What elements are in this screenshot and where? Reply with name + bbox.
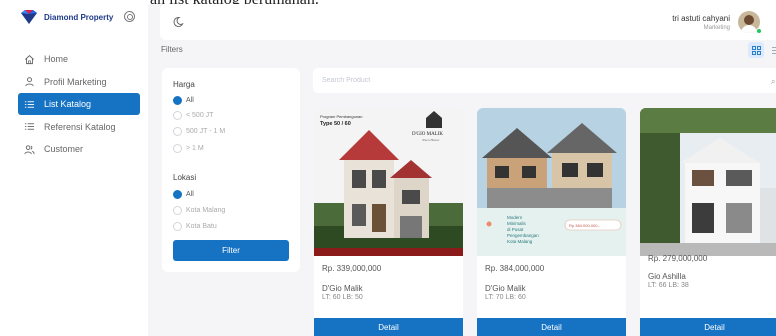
product-title: Gio Ashilla (648, 272, 686, 281)
image-line: Modern (507, 215, 523, 220)
option-label: > 1 M (186, 145, 204, 152)
product-card[interactable]: Program Pembangunan Type 50 / 60 D'GIO M… (314, 108, 463, 336)
view-toggle (748, 42, 776, 58)
option-label: All (186, 191, 194, 198)
image-price: Rp.384.000.000,- (569, 223, 601, 228)
lokasi-option-kota-batu[interactable]: Kota Batu (173, 222, 217, 231)
list-view-icon (771, 46, 776, 54)
grid-icon (751, 45, 761, 55)
filter-button[interactable]: Filter (173, 240, 289, 261)
sidebar-item-list-katalog[interactable]: List Katalog (18, 93, 140, 116)
product-image[interactable]: Program Pembangunan Type 50 / 60 D'GIO M… (314, 108, 463, 256)
product-title: D'Gio Malik (485, 284, 526, 293)
home-icon (25, 54, 34, 64)
sidebar-item-label: Profil Marketing (44, 76, 107, 87)
filters-label: Filters (161, 45, 183, 54)
option-label: All (186, 97, 194, 104)
image-caption-2: Type 50 / 60 (320, 121, 351, 127)
radio-icon[interactable] (173, 144, 182, 153)
user-name: tri astuti cahyani (672, 14, 730, 23)
product-card[interactable]: Rp.384.000.000,- Modern Minimalis di Pus… (477, 108, 626, 336)
image-tag: Town House (422, 138, 440, 142)
lokasi-option-all[interactable]: All (173, 190, 194, 199)
radio-icon[interactable] (173, 206, 182, 215)
radio-icon[interactable] (173, 127, 182, 136)
product-price: Rp. 339,000,000 (322, 264, 382, 273)
product-price: Rp. 384,000,000 (485, 264, 545, 273)
image-line: Pengembangan (507, 233, 539, 238)
user-role: Marketing (703, 25, 730, 31)
sidebar: Diamond Property Home Profil Marketing L… (0, 0, 148, 336)
harga-title: Harga (173, 80, 195, 89)
sidebar-item-profil-marketing[interactable]: Profil Marketing (18, 71, 140, 93)
harga-option-under-500jt[interactable]: < 500 JT (173, 111, 213, 120)
product-price: Rp. 279,000,000 (648, 254, 708, 263)
users-icon (24, 145, 35, 155)
image-line: di Pusat (507, 227, 524, 232)
product-spec: LT: 70 LB: 60 (485, 294, 526, 301)
radio-icon[interactable] (173, 111, 182, 120)
product-title: D'Gio Malik (322, 284, 363, 293)
sidebar-nav: Home Profil Marketing List Katalog Refer… (18, 48, 140, 161)
image-caption-1: Program Pembangunan (320, 114, 362, 119)
search-bar (313, 68, 776, 93)
harga-option-500jt-1m[interactable]: 500 JT - 1 M (173, 127, 225, 136)
lokasi-title: Lokasi (173, 173, 197, 182)
sidebar-item-label: List Katalog (44, 99, 92, 110)
harga-option-all[interactable]: All (173, 96, 194, 105)
radio-checked-icon[interactable] (173, 190, 182, 199)
sidebar-item-home[interactable]: Home (18, 48, 140, 70)
sidebar-item-label: Home (44, 54, 69, 64)
list-icon (24, 123, 35, 130)
list-icon (24, 100, 35, 108)
option-label: Kota Malang (186, 207, 226, 214)
sidebar-item-label: Customer (44, 144, 84, 155)
top-header: tri astuti cahyani Marketing (160, 4, 776, 40)
image-line: Kota Malang (507, 239, 533, 244)
filter-panel: Harga All < 500 JT 500 JT - 1 M > 1 M Lo… (162, 68, 300, 272)
sidebar-toggle-icon[interactable] (124, 11, 135, 22)
search-input[interactable] (322, 74, 752, 87)
option-label: Kota Batu (186, 223, 217, 230)
option-label: 500 JT - 1 M (186, 128, 226, 135)
product-image[interactable] (640, 108, 776, 256)
image-brand: D'GIO MALIK (412, 132, 443, 137)
sidebar-item-referensi-katalog[interactable]: Referensi Katalog (18, 116, 140, 138)
sidebar-item-customer[interactable]: Customer (18, 138, 140, 160)
brand[interactable]: Diamond Property (20, 10, 113, 24)
diamond-logo-icon (21, 10, 37, 24)
lokasi-option-kota-malang[interactable]: Kota Malang (173, 206, 225, 215)
radio-checked-icon[interactable] (173, 96, 182, 105)
moon-icon[interactable] (172, 16, 184, 28)
detail-button[interactable]: Detail (640, 318, 776, 336)
harga-option-over-1m[interactable]: > 1 M (173, 144, 204, 153)
product-spec: LT: 66 LB: 38 (648, 282, 689, 289)
product-card[interactable]: Rp. 279,000,000 Gio Ashilla LT: 66 LB: 3… (640, 108, 776, 336)
product-spec: LT: 60 LB: 50 (322, 294, 363, 301)
option-label: < 500 JT (186, 112, 214, 119)
sidebar-item-label: Referensi Katalog (44, 121, 116, 132)
detail-button[interactable]: Detail (477, 318, 626, 336)
user-icon (25, 77, 34, 87)
image-line: Minimalis (507, 221, 527, 226)
online-status-icon (756, 28, 762, 34)
list-view-button[interactable] (768, 42, 776, 58)
radio-icon[interactable] (173, 222, 182, 231)
detail-button[interactable]: Detail (314, 318, 463, 336)
search-icon[interactable]: ⌕ (771, 77, 775, 87)
brand-name: Diamond Property (44, 12, 114, 22)
product-image[interactable]: Rp.384.000.000,- Modern Minimalis di Pus… (477, 108, 626, 256)
grid-view-button[interactable] (748, 42, 764, 58)
